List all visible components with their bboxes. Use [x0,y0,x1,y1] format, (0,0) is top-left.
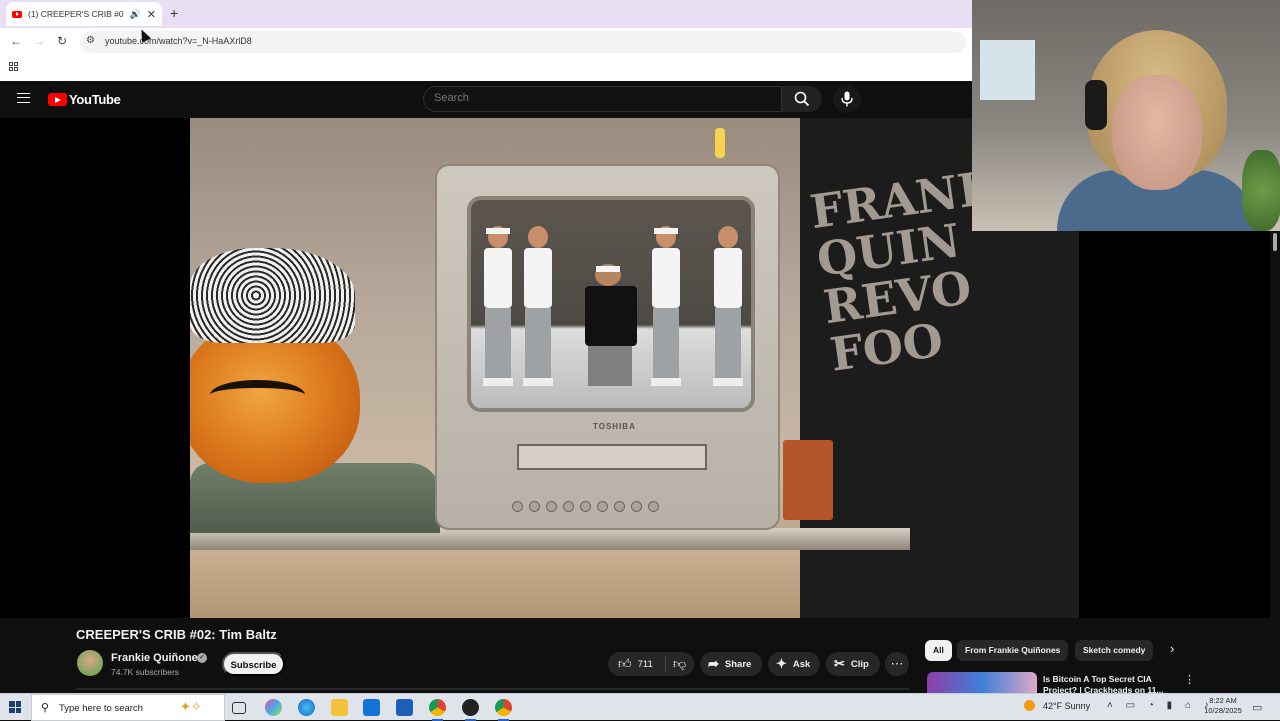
like-count: 711 [637,658,653,670]
search-icon [794,91,810,107]
tab-title: (1) CREEPER'S CRIB #02: Tim [28,9,124,19]
clip-label: Clip [850,658,869,670]
address-bar[interactable]: ⚙ youtube.com/watch?v=_N-HaAXrlD8 [80,31,966,53]
video-candle [715,128,725,158]
webcam-person-face [1112,75,1202,190]
store-icon[interactable] [396,699,413,716]
verified-icon: ✓ [197,653,207,663]
clock-time: 8:22 AM [1209,696,1237,705]
taskbar-search-placeholder: Type here to search [59,703,143,714]
clip-button[interactable]: ✂ Clip [826,652,880,676]
windows-start-icon[interactable] [9,701,21,713]
channel-avatar[interactable] [77,650,103,676]
chip-from-channel[interactable]: From Frankie Quiñones [957,640,1069,661]
youtube-logo[interactable]: YouTube [48,92,121,107]
sun-icon [1024,700,1035,711]
subscribe-button[interactable]: Subscribe [222,652,285,676]
youtube-header: YouTube [0,81,972,118]
youtube-play-icon [48,93,67,106]
microphone-icon [841,91,853,107]
recommendation-title[interactable]: Is Bitcoin A Top Secret CIA Project? | C… [1043,674,1173,694]
outlook-icon[interactable] [363,699,380,716]
chrome-active-icon[interactable] [495,699,512,721]
voice-search-button[interactable] [833,85,861,113]
tv-vcr-slot [517,444,707,470]
share-label: Share [724,658,752,670]
recommendation-menu-icon[interactable]: ⋮ [1184,673,1195,686]
ask-button[interactable]: ✦ Ask [768,652,820,676]
more-actions-button[interactable]: ⋯ [885,652,909,676]
webcam-window [980,40,1035,100]
taskbar-clock[interactable]: 8:22 AM 10/28/2025 [1199,696,1247,716]
channel-name[interactable]: Frankie Quiñones [111,652,204,664]
webcam-plant [1242,150,1280,231]
windows-taskbar: ⚲ Type here to search ✦✧ 42°F Sunny ˄ ▭ … [0,693,1280,721]
share-button[interactable]: ➦ Share [700,652,762,676]
site-info-icon[interactable]: ⚙ [86,35,95,46]
video-tv: TOSHIBA [435,164,780,530]
chrome-icon[interactable] [429,699,446,721]
speaker-icon[interactable]: 🔊 [130,9,141,20]
video-shirt-print: FRANK QUIN REVO FOO [806,159,1002,382]
recommendation-thumbnail[interactable] [927,672,1037,694]
tab-youtube-video[interactable]: (1) CREEPER'S CRIB #02: Tim 🔊 ✕ [6,2,162,26]
forward-button[interactable]: → [33,34,45,48]
edge-icon[interactable] [298,699,315,716]
chip-sketch-comedy[interactable]: Sketch comedy [1075,640,1154,661]
video-bandana [190,248,355,343]
search-highlight-icon: ✦✧ [180,699,202,714]
weather-text: 42°F Sunny [1043,700,1091,711]
thumbs-up-icon: 👍︎ [618,656,632,671]
chip-all[interactable]: All [925,640,952,661]
back-button[interactable]: ← [10,34,22,48]
search-box[interactable] [423,86,782,112]
like-dislike-group: 👍︎ 711 👎︎ [608,652,694,676]
video-title: CREEPER'S CRIB #02: Tim Baltz [76,627,277,642]
search-input[interactable] [434,92,764,104]
copilot-icon[interactable] [265,699,282,716]
tab-strip: (1) CREEPER'S CRIB #02: Tim 🔊 ✕ + [0,0,972,28]
apps-grid-icon[interactable] [9,62,18,71]
webcam-overlay [972,0,1280,231]
file-explorer-icon[interactable] [331,699,348,716]
sparkle-icon: ✦ [776,656,787,671]
notification-icon[interactable]: ▭ [1252,701,1262,714]
thumbs-down-icon[interactable]: 👎︎ [666,656,686,672]
taskbar-search[interactable]: ⚲ Type here to search ✦✧ [31,694,225,721]
video-player[interactable]: FRANK QUIN REVO FOO TOSHIBA [190,118,1079,618]
search-button[interactable] [782,86,822,112]
share-arrow-icon: ➦ [708,656,719,671]
obs-icon[interactable] [462,699,479,721]
tab-close-icon[interactable]: ✕ [147,8,156,21]
reload-button[interactable]: ↻ [57,34,67,48]
scrollbar-thumb[interactable] [1273,233,1277,251]
weather-widget[interactable]: 42°F Sunny [1024,700,1090,711]
system-tray-icons[interactable]: ˄ ▭ ◔ ▮ ⌂ ♪ [1107,700,1214,711]
video-pumpkin-mouth [210,380,305,410]
scrollbar[interactable] [1270,231,1280,618]
webcam-headset [1085,80,1107,130]
chevron-right-icon[interactable]: › [1170,641,1174,656]
video-brick [783,440,833,520]
like-button[interactable]: 👍︎ 711 [608,656,666,672]
youtube-logo-text: YouTube [69,92,121,107]
tv-brand-label: TOSHIBA [593,422,636,431]
url-text[interactable]: youtube.com/watch?v=_N-HaAXrlD8 [105,36,252,46]
menu-icon[interactable] [17,93,30,103]
ask-label: Ask [792,658,811,670]
scissors-icon: ✂ [834,656,845,671]
subscriber-count: 74.7K subscribers [111,667,180,677]
clock-date: 10/28/2025 [1204,706,1242,715]
new-tab-button[interactable]: + [170,5,178,21]
bookmarks-bar [0,56,972,81]
search-icon: ⚲ [41,702,50,714]
tv-screen [467,196,755,412]
task-view-icon[interactable] [232,702,246,714]
description-box-edge [76,688,909,690]
youtube-favicon-icon [12,10,22,18]
tv-buttons [512,501,712,512]
